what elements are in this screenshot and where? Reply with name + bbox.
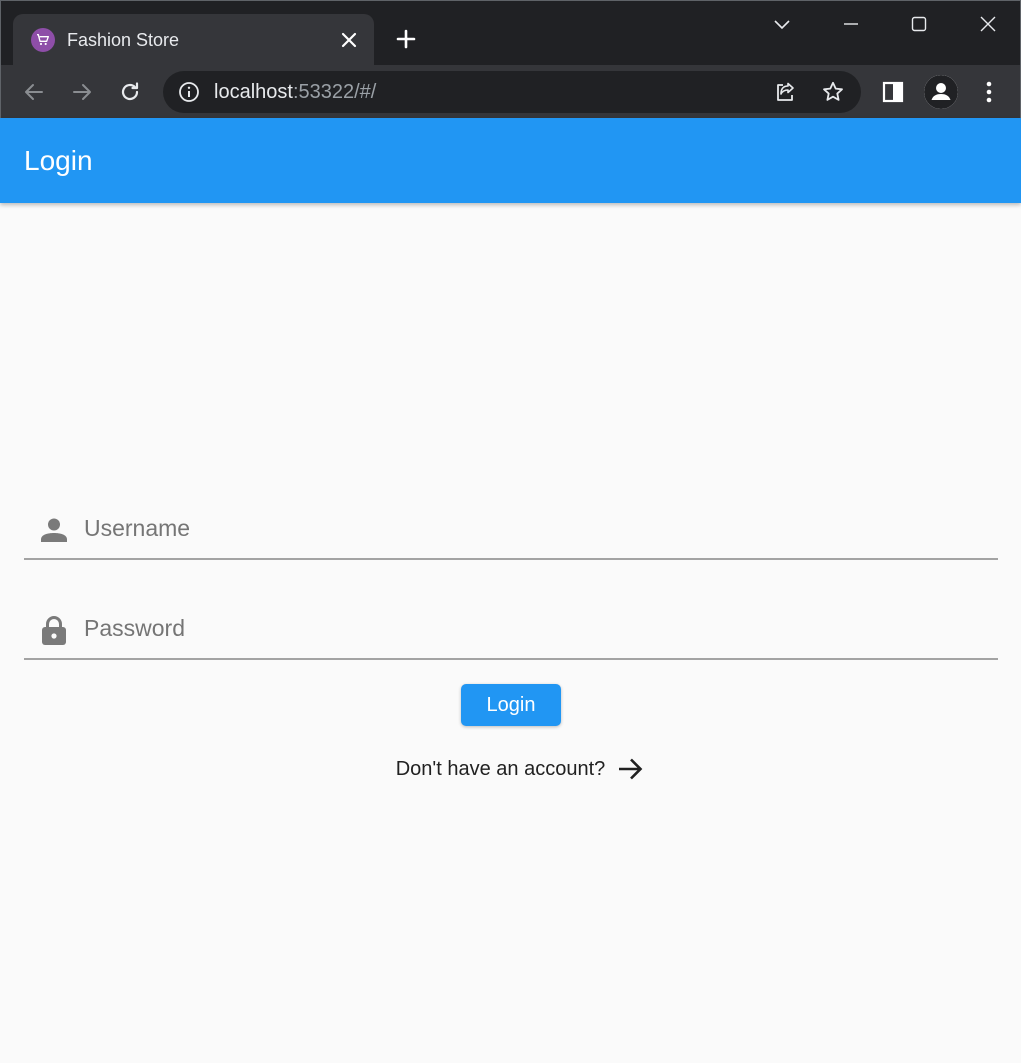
reload-icon[interactable] [113,75,147,109]
maximize-icon[interactable] [904,9,934,39]
share-icon[interactable] [771,78,799,106]
close-tab-icon[interactable] [336,27,362,53]
url-text: localhost:53322/#/ [214,80,376,104]
person-icon [38,514,70,546]
address-bar[interactable]: localhost:53322/#/ [163,71,861,113]
browser-toolbar: localhost:53322/#/ [1,65,1020,119]
bookmark-star-icon[interactable] [819,78,847,106]
site-info-icon[interactable] [177,80,201,104]
username-input[interactable] [84,510,964,546]
signup-prompt: Don't have an account? [395,758,606,780]
url-path: :53322/#/ [292,81,377,103]
browser-window: Fashion Store localhost:53322/#/ [0,0,1021,119]
tab-title: Fashion Store [67,30,180,50]
close-window-icon[interactable] [973,9,1003,39]
url-host: localhost [214,81,293,103]
side-panel-icon[interactable] [876,75,910,109]
password-field[interactable] [24,600,998,660]
lock-icon [38,614,70,646]
tab-fashion-store[interactable]: Fashion Store [13,14,374,65]
tab-strip: Fashion Store [1,1,1020,65]
username-field[interactable] [24,500,998,560]
forward-icon[interactable] [65,75,99,109]
minimize-icon[interactable] [836,9,866,39]
tab-search-chevron-icon[interactable] [767,9,797,39]
more-menu-icon[interactable] [972,75,1006,109]
new-tab-icon[interactable] [391,24,421,54]
app-bar: Login [0,118,1021,203]
page-title: Login [24,145,93,176]
back-icon[interactable] [17,75,51,109]
signup-link[interactable]: Don't have an account? [0,754,1021,784]
cart-favicon-icon [31,28,55,52]
login-button[interactable]: Login [461,684,561,726]
profile-avatar-icon[interactable] [924,75,958,109]
password-input[interactable] [84,610,964,646]
arrow-forward-icon[interactable] [615,754,645,784]
